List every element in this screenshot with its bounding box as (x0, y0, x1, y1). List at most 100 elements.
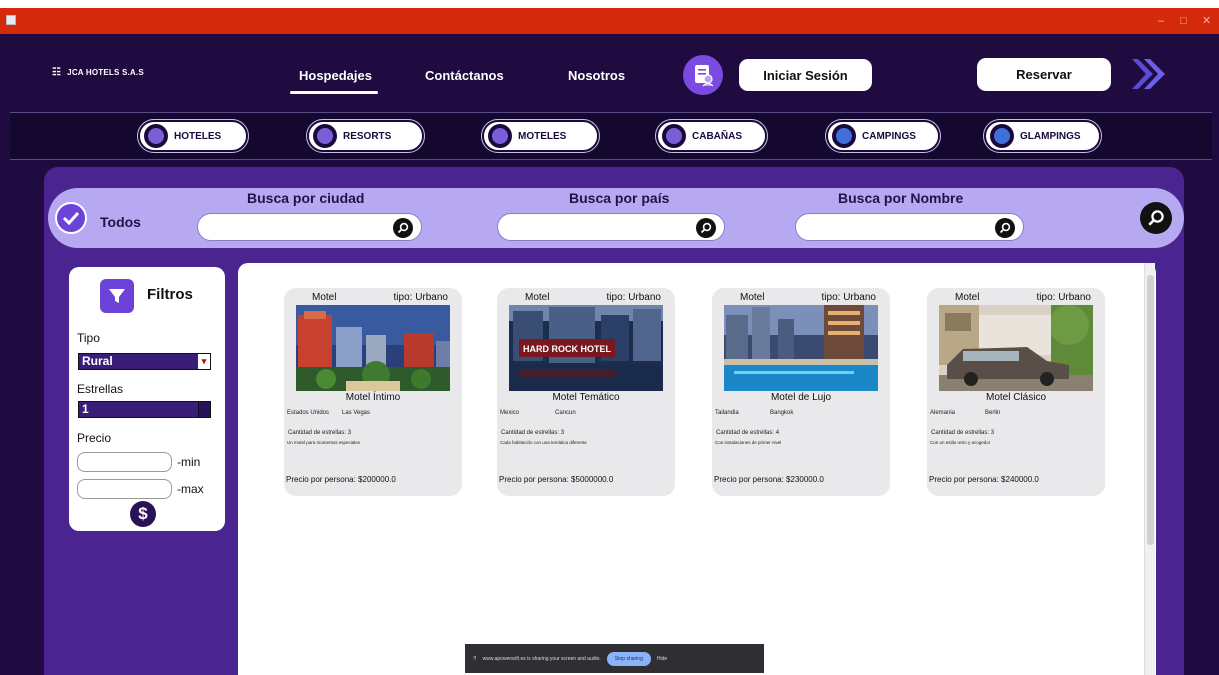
logo-text: JCA HOTELS S.A.S (67, 68, 144, 77)
type-label: Tipo (77, 331, 100, 345)
nav-active-underline (290, 91, 378, 94)
card-photo (939, 305, 1093, 391)
all-check-icon[interactable] (55, 202, 87, 234)
category-label: GLAMPINGS (1020, 130, 1081, 142)
logo-icon: ☷ (52, 67, 62, 78)
screen-share-bar: ⠿ www.apowersoft.es is sharing your scre… (465, 644, 764, 673)
minimize-icon[interactable]: – (1158, 15, 1164, 27)
card-country: Mexico (500, 410, 520, 416)
card-city: Bangkok (770, 410, 794, 416)
filter-funnel-icon (100, 279, 134, 313)
category-label: MOTELES (518, 130, 567, 142)
global-search-button[interactable] (1140, 202, 1172, 234)
photo-sign-text: HARD ROCK HOTEL (523, 344, 611, 354)
card-name: Motel Íntimo (345, 392, 401, 403)
card-city: Las Vegas (342, 410, 371, 416)
card-type: Motel (312, 292, 337, 303)
app-icon (6, 15, 16, 25)
glamping-tent-icon (990, 124, 1014, 148)
all-filter-label[interactable]: Todos (100, 214, 141, 230)
reserve-button[interactable]: Reservar (977, 58, 1111, 91)
city-search-label: Busca por ciudad (247, 190, 365, 206)
tent-icon (832, 124, 856, 148)
card-stars: Cantidad de estrellas: 3 (931, 430, 995, 436)
card-stars: Cantidad de estrellas: 3 (288, 430, 352, 436)
type-select-value: Rural (82, 354, 113, 368)
close-icon[interactable]: ✕ (1202, 15, 1211, 27)
max-price-suffix: -max (177, 482, 204, 496)
scrollbar-thumb[interactable] (1147, 275, 1154, 545)
min-price-input[interactable] (77, 452, 172, 472)
search-icon[interactable] (393, 218, 413, 238)
filters-panel: Filtros Tipo Rural ▾ Estrellas 1 Precio … (69, 267, 225, 531)
motel-icon (488, 124, 512, 148)
card-kind: tipo: Urbano (1036, 292, 1091, 303)
name-search-field[interactable] (795, 213, 1024, 241)
stars-select[interactable]: 1 (78, 401, 211, 418)
drag-handle-icon[interactable]: ⠿ (473, 656, 477, 662)
card-kind: tipo: Urbano (821, 292, 876, 303)
category-resorts[interactable]: RESORTS (306, 119, 425, 153)
result-card[interactable]: Motel tipo: Urbano HARD ROCK HOTEL Motel… (497, 288, 675, 496)
name-search-label: Busca por Nombre (838, 190, 964, 206)
country-search-field[interactable] (497, 213, 725, 241)
screen: – □ ✕ ☷ JCA HOTELS S.A.S Hospedajes Cont… (0, 0, 1219, 675)
name-search-input[interactable] (806, 214, 966, 240)
result-card[interactable]: Motel tipo: Urbano (927, 288, 1105, 496)
category-hoteles[interactable]: HOTELES (137, 119, 249, 153)
search-icon[interactable] (696, 218, 716, 238)
city-search-field[interactable] (197, 213, 422, 241)
hide-button[interactable]: Hide (657, 656, 667, 662)
result-card[interactable]: Motel tipo: Urbano (712, 288, 890, 496)
card-type: Motel (525, 292, 550, 303)
card-kind: tipo: Urbano (393, 292, 448, 303)
card-type: Motel (955, 292, 980, 303)
nav-nosotros[interactable]: Nosotros (568, 68, 625, 83)
double-chevron-right-icon[interactable] (1128, 56, 1168, 92)
category-moteles[interactable]: MOTELES (481, 119, 600, 153)
city-search-input[interactable] (208, 214, 368, 240)
search-icon[interactable] (995, 218, 1015, 238)
card-city: Cancun (555, 410, 576, 416)
nav-contactanos[interactable]: Contáctanos (425, 68, 504, 83)
type-select[interactable]: Rural ▾ (78, 353, 211, 370)
logo[interactable]: ☷ JCA HOTELS S.A.S (52, 67, 144, 78)
category-label: CAMPINGS (862, 130, 916, 142)
card-country: Alemania (930, 410, 956, 416)
card-stars: Cantidad de estrellas: 4 (716, 430, 780, 436)
maximize-icon[interactable]: □ (1180, 15, 1187, 27)
category-label: RESORTS (343, 130, 392, 142)
card-photo (724, 305, 878, 391)
card-kind: tipo: Urbano (606, 292, 661, 303)
card-name: Motel Clásico (985, 392, 1047, 403)
category-campings[interactable]: CAMPINGS (825, 119, 941, 153)
stars-label: Estrellas (77, 382, 124, 396)
card-description: Con un estilo retro y acogedor (930, 440, 991, 445)
dollar-icon[interactable]: $ (130, 501, 156, 527)
max-price-input[interactable] (77, 479, 172, 499)
price-label: Precio (77, 431, 112, 445)
login-button[interactable]: Iniciar Sesión (739, 59, 872, 91)
resort-icon (313, 124, 337, 148)
category-cabanas[interactable]: CABAÑAS (655, 119, 768, 153)
card-price: Precio por persona: $240000.0 (929, 475, 1039, 484)
profile-form-button[interactable] (683, 55, 723, 95)
card-country: Tailandia (715, 410, 739, 416)
results-scrollbar[interactable] (1144, 263, 1155, 675)
hotel-icon (144, 124, 168, 148)
country-search-input[interactable] (508, 214, 668, 240)
card-description: Un motel para momentos especiales (287, 440, 361, 445)
content-panel: Todos Busca por ciudad Busca por país Bu… (44, 167, 1184, 675)
window-titlebar: – □ ✕ (0, 8, 1219, 34)
category-glampings[interactable]: GLAMPINGS (983, 119, 1102, 153)
nav-hospedajes[interactable]: Hospedajes (299, 68, 372, 83)
stop-sharing-button[interactable]: Stop sharing (606, 651, 651, 666)
form-user-icon (695, 65, 714, 87)
stars-select-value: 1 (82, 402, 89, 416)
header: ☷ JCA HOTELS S.A.S Hospedajes Contáctano… (0, 34, 1219, 110)
card-photo (296, 305, 450, 391)
stars-select-handle[interactable] (198, 402, 210, 417)
card-city: Berlin (985, 410, 1001, 416)
category-bar: HOTELES RESORTS MOTELES CABAÑAS CAMPINGS… (10, 112, 1212, 160)
result-card[interactable]: Motel tipo: Urbano (284, 288, 462, 496)
